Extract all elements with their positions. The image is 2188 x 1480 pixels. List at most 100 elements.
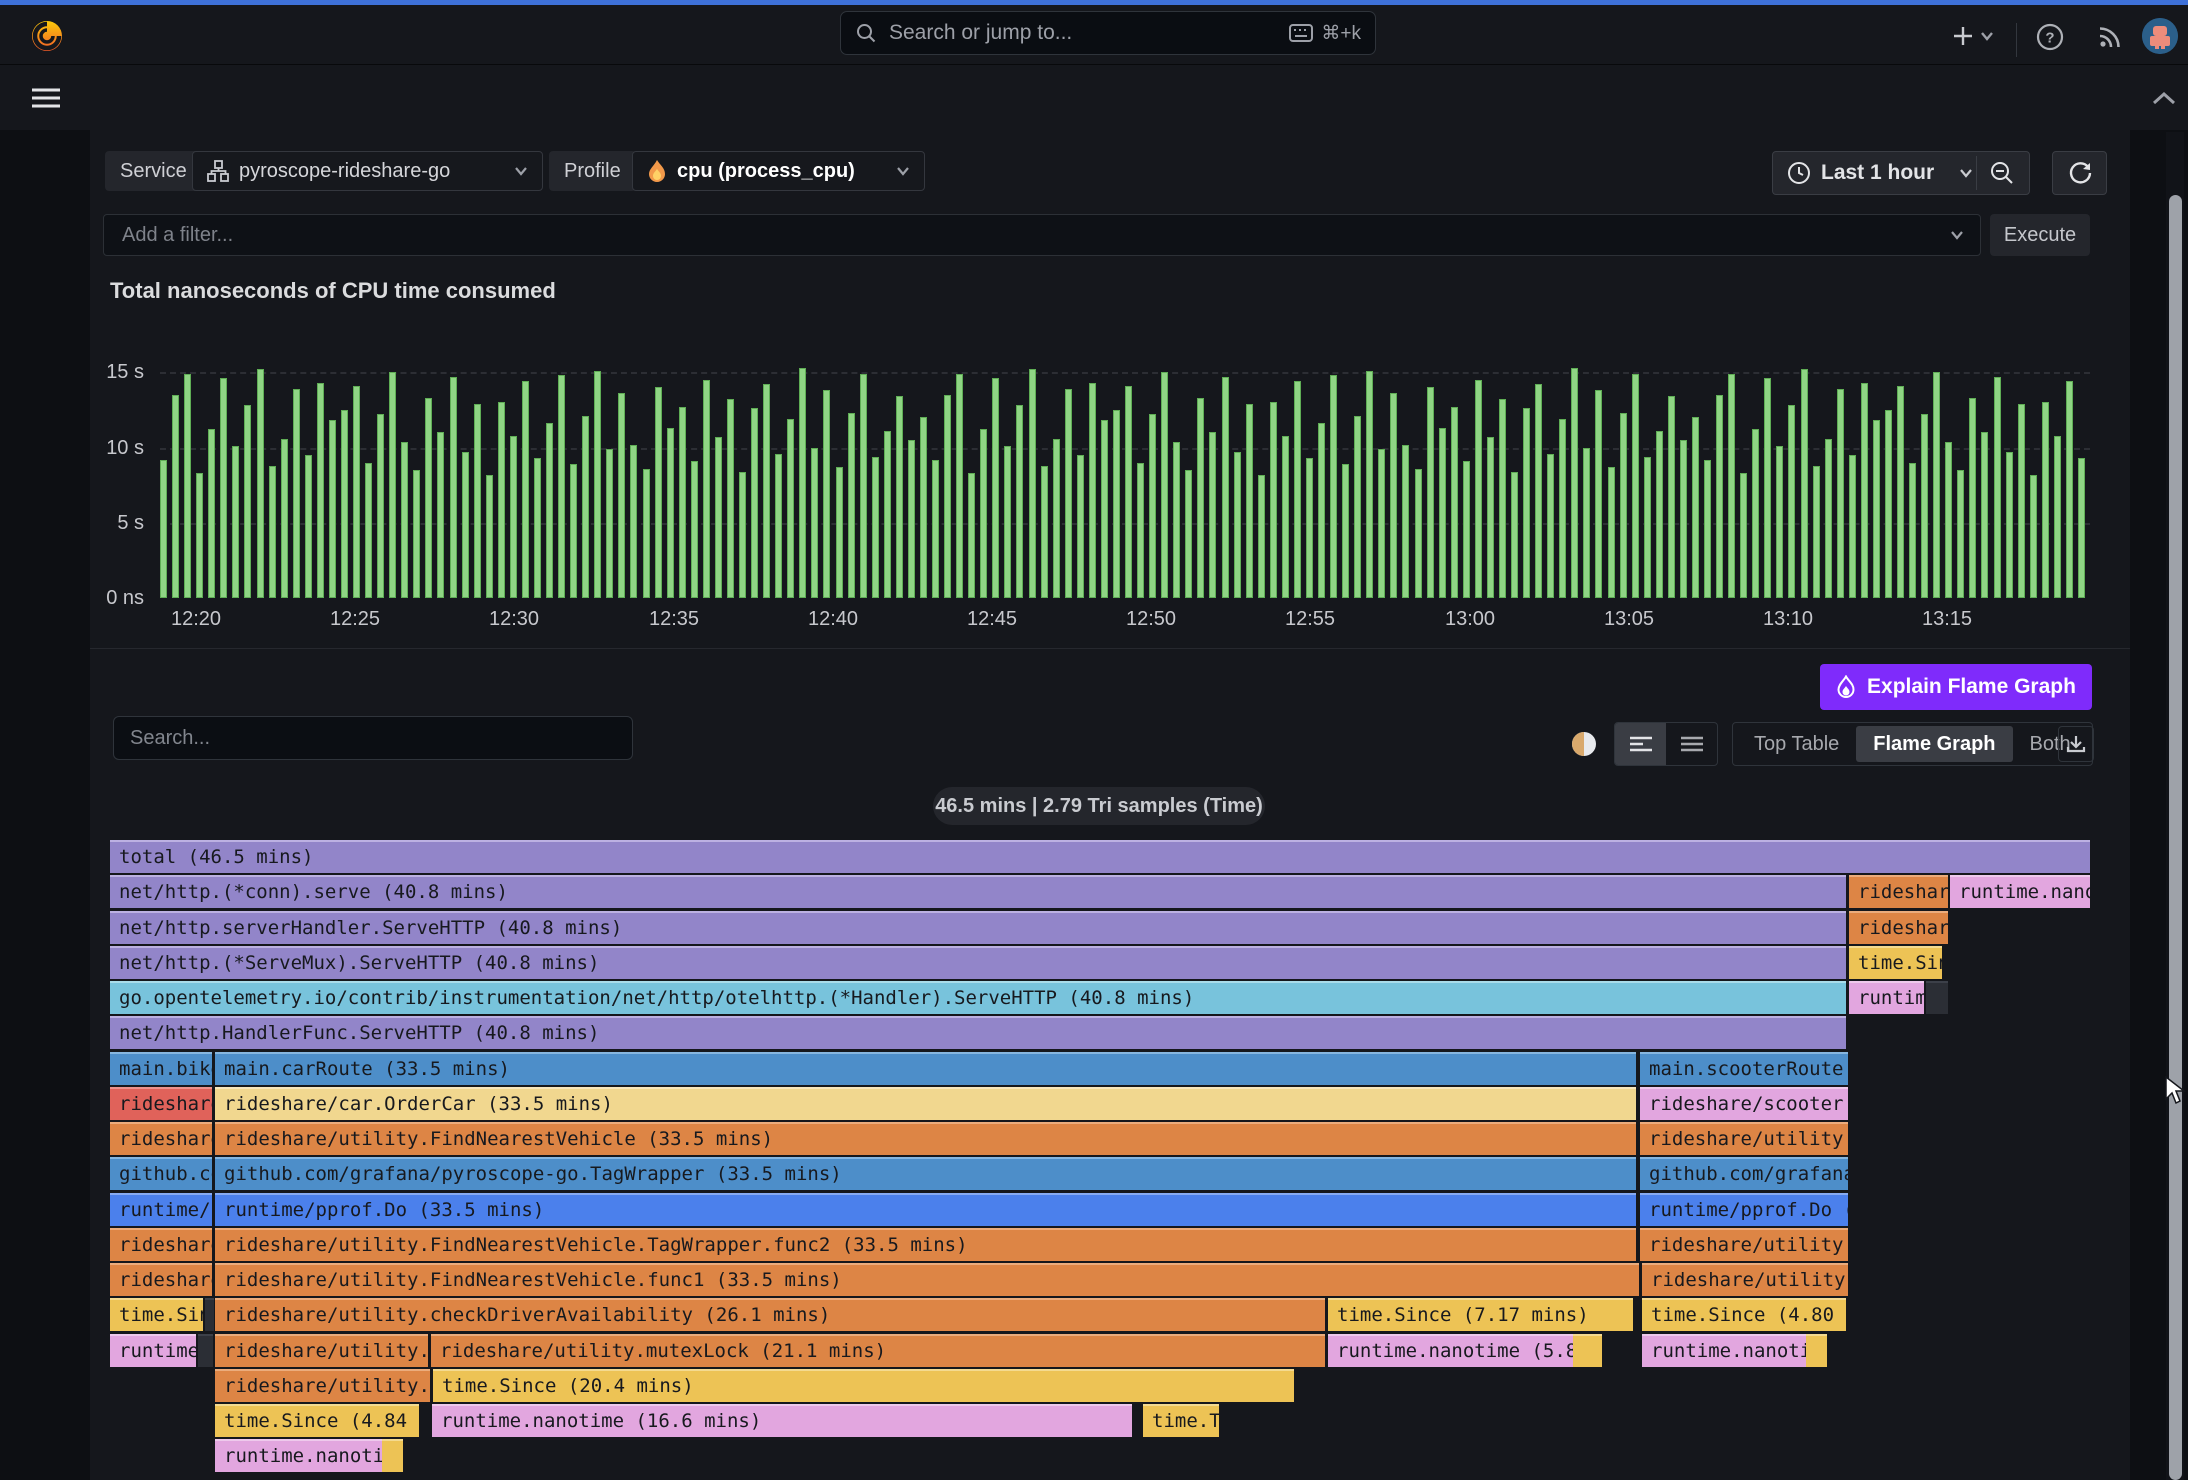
chart-bar[interactable] <box>498 402 505 598</box>
chart-bar[interactable] <box>1330 375 1337 598</box>
chart-bar[interactable] <box>811 448 818 599</box>
chart-bar[interactable] <box>1499 399 1506 598</box>
zoom-out-icon[interactable] <box>1989 160 2015 186</box>
chart-bar[interactable] <box>1680 440 1687 598</box>
flame-segment[interactable]: rideshare/utility.checkDriverAvailabilit… <box>215 1298 1325 1331</box>
flame-segment[interactable]: rideshare <box>110 1228 212 1261</box>
chart-bar[interactable] <box>1547 454 1554 599</box>
flame-segment[interactable]: net/http.(*ServeMux).ServeHTTP (40.8 min… <box>110 946 1846 979</box>
chart-bar[interactable] <box>486 475 493 598</box>
chart-bar[interactable] <box>2078 458 2085 598</box>
chart-bar[interactable] <box>510 436 517 599</box>
hamburger-menu-icon[interactable] <box>28 84 64 112</box>
flame-segment[interactable]: time.Since (4.80 m <box>1642 1298 1846 1331</box>
chart-bar[interactable] <box>1559 419 1566 598</box>
chart-bar[interactable] <box>1704 460 1711 599</box>
flame-segment[interactable]: rideshare/utility.( <box>215 1334 428 1367</box>
time-range-picker[interactable]: Last 1 hour <box>1772 151 2030 195</box>
chart-bar[interactable] <box>2054 436 2061 599</box>
flame-segment[interactable]: rideshare/utility.F <box>1640 1122 1848 1155</box>
chart-bar[interactable] <box>2018 404 2025 598</box>
flame-segment[interactable]: runtime.nanotime (5.81 <box>1328 1334 1573 1367</box>
chart-bar[interactable] <box>1113 410 1120 598</box>
chart-bar[interactable] <box>1716 395 1723 598</box>
chart-bar[interactable] <box>787 419 794 598</box>
chart-bar[interactable] <box>1981 432 1988 598</box>
chart-bar[interactable] <box>317 383 324 598</box>
flame-segment[interactable] <box>198 1334 213 1367</box>
chart-bar[interactable] <box>1632 374 1639 598</box>
chart-bar[interactable] <box>1282 436 1289 599</box>
chart-bar[interactable] <box>1764 378 1771 598</box>
chart-bar[interactable] <box>1089 383 1096 598</box>
chart-bar[interactable] <box>1016 405 1023 598</box>
chart-bar[interactable] <box>1535 384 1542 598</box>
chart-bar[interactable] <box>739 472 746 598</box>
add-menu-button[interactable] <box>1946 19 2000 53</box>
chart-bar[interactable] <box>220 378 227 598</box>
chart-bar[interactable] <box>944 395 951 598</box>
profile-select[interactable]: cpu (process_cpu) <box>632 151 925 191</box>
flame-segment[interactable]: time.Sin <box>1849 946 1942 979</box>
chart-bar[interactable] <box>1149 414 1156 598</box>
flame-segment[interactable]: net/http.serverHandler.ServeHTTP (40.8 m… <box>110 911 1846 944</box>
align-justify-button[interactable] <box>1666 723 1717 765</box>
chart-bar[interactable] <box>606 449 613 598</box>
chart-bar[interactable] <box>1463 461 1470 598</box>
chart-bar[interactable] <box>1209 432 1216 598</box>
flame-search-input[interactable] <box>128 726 618 751</box>
flame-segment[interactable]: runtime/pprof.Do ( <box>1640 1193 1848 1226</box>
chart-bar[interactable] <box>1294 381 1301 598</box>
chart-bar[interactable] <box>2006 452 2013 598</box>
flame-segment[interactable]: rideshare/utility.F <box>1642 1263 1848 1296</box>
chart-bar[interactable] <box>1571 368 1578 598</box>
chart-bar[interactable] <box>257 369 264 598</box>
flame-segment[interactable]: main.carRoute (33.5 mins) <box>215 1052 1636 1085</box>
chart-bar[interactable] <box>1788 405 1795 598</box>
chart-bar[interactable] <box>522 381 529 598</box>
color-scheme-toggle[interactable] <box>1562 722 1606 766</box>
chart-bar[interactable] <box>1885 410 1892 598</box>
service-select[interactable]: pyroscope-rideshare-go <box>192 151 543 191</box>
chart-bar[interactable] <box>269 466 276 598</box>
cpu-time-bar-chart[interactable] <box>160 362 2090 598</box>
chart-bar[interactable] <box>1258 475 1265 598</box>
chart-bar[interactable] <box>2066 381 2073 598</box>
refresh-button[interactable] <box>2052 151 2107 195</box>
flame-segment[interactable]: runtime.nanotime (16.6 mins) <box>432 1404 1132 1437</box>
flame-segment[interactable]: rideshare <box>110 1087 212 1120</box>
chart-bar[interactable] <box>1197 398 1204 598</box>
chart-bar[interactable] <box>1945 442 1952 599</box>
chart-bar[interactable] <box>413 470 420 598</box>
chart-bar[interactable] <box>799 368 806 598</box>
flame-segment[interactable]: rideshare <box>110 1263 212 1296</box>
flame-segment[interactable]: rideshar <box>1849 875 1948 908</box>
chart-bar[interactable] <box>377 414 384 598</box>
flame-segment[interactable]: runtime/p <box>110 1193 212 1226</box>
flame-segment[interactable]: runtim <box>1849 981 1924 1014</box>
chart-bar[interactable] <box>908 440 915 598</box>
chart-bar[interactable] <box>1825 439 1832 599</box>
chart-bar[interactable] <box>474 404 481 598</box>
filter-input[interactable] <box>120 223 1950 248</box>
flame-segment[interactable]: time.Since (4.84 m <box>215 1404 419 1437</box>
chart-bar[interactable] <box>1487 437 1494 598</box>
flame-segment[interactable]: rideshare/utility.FindNearestVehicle (33… <box>215 1122 1636 1155</box>
chart-bar[interactable] <box>184 374 191 598</box>
chart-bar[interactable] <box>1402 445 1409 599</box>
flame-segment[interactable]: net/http.(*conn).serve (40.8 mins) <box>110 875 1846 908</box>
chart-bar[interactable] <box>643 469 650 598</box>
flame-segment[interactable]: time.Since (20.4 mins) <box>433 1369 1294 1402</box>
chart-bar[interactable] <box>1390 393 1397 598</box>
chart-bar[interactable] <box>1644 457 1651 599</box>
chart-bar[interactable] <box>1137 463 1144 599</box>
chart-bar[interactable] <box>1427 387 1434 598</box>
chart-bar[interactable] <box>1053 439 1060 599</box>
chart-bar[interactable] <box>703 380 710 598</box>
flame-segment[interactable]: rideshare/car.OrderCar (33.5 mins) <box>215 1087 1636 1120</box>
help-icon[interactable]: ? <box>2034 21 2066 53</box>
flame-segment[interactable]: time.Since (7.17 mins) <box>1328 1298 1633 1331</box>
chart-bar[interactable] <box>1801 369 1808 598</box>
chart-bar[interactable] <box>1849 455 1856 598</box>
align-left-button[interactable] <box>1615 723 1666 765</box>
